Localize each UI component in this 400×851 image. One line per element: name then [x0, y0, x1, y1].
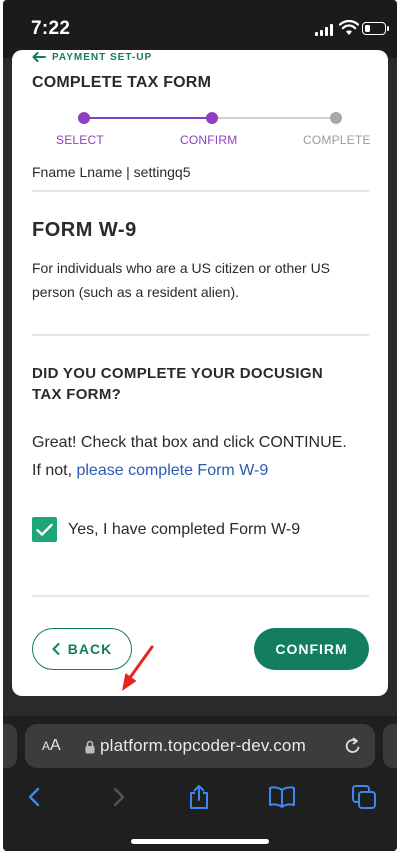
step-dot-select — [78, 112, 90, 124]
page-title: COMPLETE TAX FORM — [32, 74, 212, 91]
w9-completed-checkbox-row[interactable]: Yes, I have completed Form W-9 — [32, 517, 300, 542]
confirm-button[interactable]: CONFIRM — [254, 628, 369, 670]
step-label-select: SELECT — [56, 133, 104, 147]
divider — [32, 595, 369, 597]
checkmark-icon — [36, 523, 53, 536]
back-nav-button[interactable] — [19, 782, 49, 812]
stepper-line-pending — [212, 117, 336, 119]
battery-level — [364, 24, 370, 32]
step-dot-complete — [330, 112, 342, 124]
payment-setup-back-link[interactable]: PAYMENT SET-UP — [32, 50, 152, 64]
browser-toolbar — [3, 778, 397, 818]
payment-setup-label: PAYMENT SET-UP — [52, 51, 153, 63]
wifi-icon — [339, 20, 359, 35]
step-dot-confirm — [206, 112, 218, 124]
text-size-button[interactable]: AA — [42, 737, 61, 755]
chevron-right-icon — [113, 787, 125, 807]
divider — [32, 190, 369, 192]
safari-browser-chrome: AA platform.topcoder-dev.com — [3, 716, 397, 851]
tax-form-card: PAYMENT SET-UP COMPLETE TAX FORM SELECT … — [12, 50, 388, 696]
reload-icon[interactable] — [343, 736, 363, 756]
tabs-button[interactable] — [349, 782, 379, 812]
form-description: For individuals who are a US citizen or … — [32, 260, 331, 300]
lock-icon — [85, 740, 95, 754]
chevron-left-icon — [52, 643, 60, 655]
phone-screen: 7:22 PAYMENT SET-UP COMPLETE TAX FORM SE… — [3, 0, 397, 851]
confirm-button-label: CONFIRM — [275, 641, 348, 657]
book-icon — [269, 786, 295, 808]
bookmarks-button[interactable] — [267, 782, 297, 812]
progress-stepper: SELECT CONFIRM COMPLETE — [12, 106, 388, 148]
battery-icon — [362, 22, 389, 35]
docusign-question: DID YOU COMPLETE YOUR DOCUSIGN TAX FORM? — [32, 365, 323, 403]
previous-tab-preview[interactable] — [3, 724, 17, 768]
cellular-signal-icon — [315, 24, 335, 36]
arrow-left-icon — [32, 52, 46, 62]
address-bar[interactable]: AA platform.topcoder-dev.com — [25, 724, 375, 768]
back-button-label: BACK — [67, 641, 113, 657]
annotation-arrow-icon — [122, 645, 154, 691]
form-title: FORM W-9 — [32, 219, 137, 241]
step-label-confirm: CONFIRM — [180, 133, 238, 147]
share-button[interactable] — [184, 782, 214, 812]
home-indicator[interactable] — [131, 839, 269, 844]
complete-form-w9-link[interactable]: please complete Form W-9 — [76, 462, 268, 479]
web-page: PAYMENT SET-UP COMPLETE TAX FORM SELECT … — [3, 50, 397, 716]
tabs-icon — [352, 785, 376, 809]
step-label-complete: COMPLETE — [303, 133, 371, 147]
instruction-line: Great! Check that box and click CONTINUE… — [32, 434, 347, 451]
divider — [32, 334, 369, 336]
share-icon — [190, 785, 208, 809]
user-handle: Fname Lname | settingq5 — [32, 164, 191, 180]
url-text: platform.topcoder-dev.com — [100, 736, 306, 755]
stepper-line-done — [90, 117, 212, 119]
status-time: 7:22 — [31, 18, 71, 39]
forward-nav-button[interactable] — [104, 782, 134, 812]
chevron-left-icon — [28, 787, 40, 807]
instruction-prefix: If not, — [32, 462, 77, 479]
w9-completed-checkbox[interactable] — [32, 517, 57, 542]
next-tab-preview[interactable] — [383, 724, 397, 768]
w9-completed-label: Yes, I have completed Form W-9 — [68, 520, 301, 538]
instruction-text: Great! Check that box and click CONTINUE… — [32, 429, 372, 485]
